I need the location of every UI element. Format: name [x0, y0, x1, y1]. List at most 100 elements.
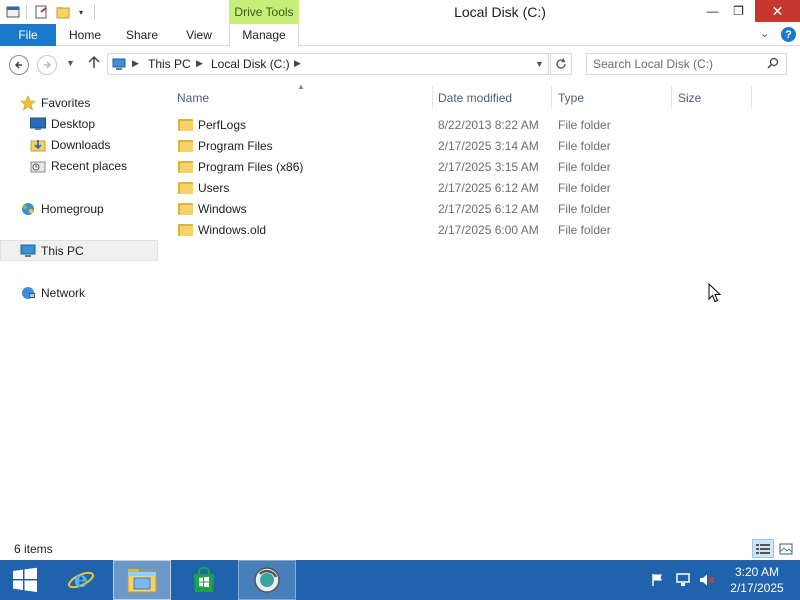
search-box[interactable]	[586, 53, 787, 75]
help-icon[interactable]: ?	[781, 27, 796, 42]
mouse-pointer-icon	[708, 283, 722, 303]
file-name: Program Files	[198, 139, 273, 153]
taskbar-internet-explorer[interactable]: e	[52, 560, 110, 600]
address-history-dropdown-icon[interactable]: ▼	[535, 59, 544, 69]
column-divider[interactable]	[432, 86, 433, 108]
nav-downloads-label: Downloads	[51, 137, 111, 152]
expand-ribbon-chevron-icon[interactable]: ⌄	[760, 27, 769, 40]
nav-favorites[interactable]: Favorites	[20, 92, 90, 113]
tab-file[interactable]: File	[0, 24, 56, 46]
file-type: File folder	[558, 202, 611, 216]
column-header-date-modified[interactable]: Date modified	[438, 88, 550, 108]
nav-homegroup[interactable]: Homegroup	[20, 198, 104, 219]
titlebar-divider	[94, 4, 95, 20]
app-icon	[254, 567, 280, 593]
recent-locations-dropdown-icon[interactable]: ▼	[66, 58, 75, 68]
this-pc-icon	[20, 243, 36, 259]
file-name: Windows	[198, 202, 247, 216]
recent-places-icon	[30, 158, 46, 174]
taskbar-store[interactable]	[175, 560, 233, 600]
file-row[interactable]: Program Files (x86) 2/17/2025 3:15 AM Fi…	[170, 157, 780, 178]
breadcrumb-local-disk[interactable]: Local Disk (C:)	[211, 57, 290, 71]
file-row[interactable]: Windows.old 2/17/2025 6:00 AM File folde…	[170, 220, 780, 241]
tab-view[interactable]: View	[174, 24, 224, 46]
forward-arrow-icon	[44, 61, 52, 69]
tab-manage[interactable]: Manage	[229, 24, 299, 46]
file-row[interactable]: Users 2/17/2025 6:12 AM File folder	[170, 178, 780, 199]
file-date-modified: 2/17/2025 6:12 AM	[438, 202, 539, 216]
file-date-modified: 2/17/2025 3:15 AM	[438, 160, 539, 174]
start-icon	[13, 567, 37, 592]
start-button[interactable]	[2, 560, 48, 600]
refresh-button[interactable]	[550, 53, 572, 75]
nav-network-label: Network	[41, 285, 86, 300]
taskbar-app[interactable]	[238, 560, 296, 600]
details-view-button[interactable]	[752, 539, 774, 558]
refresh-icon	[556, 58, 566, 69]
search-input[interactable]	[593, 56, 763, 72]
star-icon	[20, 94, 36, 111]
file-date-modified: 2/17/2025 6:00 AM	[438, 223, 539, 237]
internet-explorer-icon: e	[68, 567, 94, 593]
back-button[interactable]	[9, 55, 29, 75]
volume-muted-icon[interactable]	[698, 572, 716, 588]
file-name: Users	[198, 181, 230, 195]
file-row[interactable]: Program Files 2/17/2025 3:14 AM File fol…	[170, 136, 780, 157]
taskbar-clock[interactable]: 3:20 AM 2/17/2025	[722, 564, 792, 596]
file-name: Program Files (x86)	[198, 160, 304, 174]
minimize-button[interactable]: —	[700, 0, 725, 22]
close-button[interactable]: ✕	[755, 0, 800, 22]
ribbon-tabs: File Home Share View Manage ⌄ ?	[0, 24, 800, 46]
large-icons-view-button[interactable]	[775, 539, 797, 558]
taskbar-file-explorer[interactable]	[113, 560, 171, 600]
nav-recent-places-label: Recent places	[51, 158, 128, 173]
up-button[interactable]	[88, 55, 100, 73]
folder-icon	[178, 118, 193, 131]
file-explorer-icon	[127, 569, 157, 593]
svg-text:e: e	[74, 567, 88, 593]
tab-share[interactable]: Share	[117, 24, 167, 46]
file-date-modified: 2/17/2025 3:14 AM	[438, 139, 539, 153]
item-count: 6 items	[14, 542, 53, 556]
window-app-icon[interactable]	[6, 4, 20, 20]
nav-recent-places[interactable]: Recent places	[30, 155, 127, 176]
column-header-name[interactable]: Name	[177, 88, 432, 108]
nav-network[interactable]: Network	[20, 282, 85, 303]
desktop-icon	[30, 116, 46, 132]
taskbar: e 3:20 AM 2/17/2025	[0, 560, 800, 600]
new-folder-icon[interactable]	[56, 4, 70, 20]
action-center-flag-icon[interactable]	[650, 572, 666, 588]
column-divider[interactable]	[671, 86, 672, 108]
column-divider[interactable]	[751, 86, 752, 108]
breadcrumb-separator-icon[interactable]: ▶	[196, 58, 203, 69]
this-pc-small-icon	[112, 57, 126, 74]
file-type: File folder	[558, 139, 611, 153]
nav-desktop[interactable]: Desktop	[30, 113, 95, 134]
forward-button[interactable]	[37, 55, 57, 75]
file-type: File folder	[558, 223, 611, 237]
address-bar[interactable]: ▶ This PC ▶ Local Disk (C:) ▶ ▼	[107, 53, 549, 75]
file-type: File folder	[558, 160, 611, 174]
file-row[interactable]: PerfLogs 8/22/2013 8:22 AM File folder	[170, 115, 780, 136]
breadcrumb-separator-icon[interactable]: ▶	[132, 58, 139, 69]
network-status-icon[interactable]	[674, 572, 692, 588]
status-bar: 6 items	[0, 537, 800, 560]
nav-homegroup-label: Homegroup	[41, 201, 104, 216]
quick-access-dropdown-icon[interactable]: ▾	[76, 4, 86, 20]
nav-downloads[interactable]: Downloads	[30, 134, 110, 155]
restore-button[interactable]: ❐	[726, 0, 751, 22]
file-type: File folder	[558, 181, 611, 195]
column-divider[interactable]	[551, 86, 552, 108]
titlebar-divider	[26, 4, 27, 20]
window-title: Local Disk (C:)	[454, 4, 546, 20]
column-header-type[interactable]: Type	[558, 88, 668, 108]
breadcrumb-separator-icon[interactable]: ▶	[294, 58, 301, 69]
column-header-size[interactable]: Size	[678, 88, 748, 108]
breadcrumb-this-pc[interactable]: This PC	[148, 57, 191, 71]
nav-this-pc[interactable]: This PC	[0, 240, 158, 261]
tab-home[interactable]: Home	[60, 24, 110, 46]
large-icons-view-icon	[779, 543, 793, 554]
properties-icon[interactable]	[34, 4, 48, 20]
search-icon[interactable]	[767, 57, 779, 72]
file-row[interactable]: Windows 2/17/2025 6:12 AM File folder	[170, 199, 780, 220]
